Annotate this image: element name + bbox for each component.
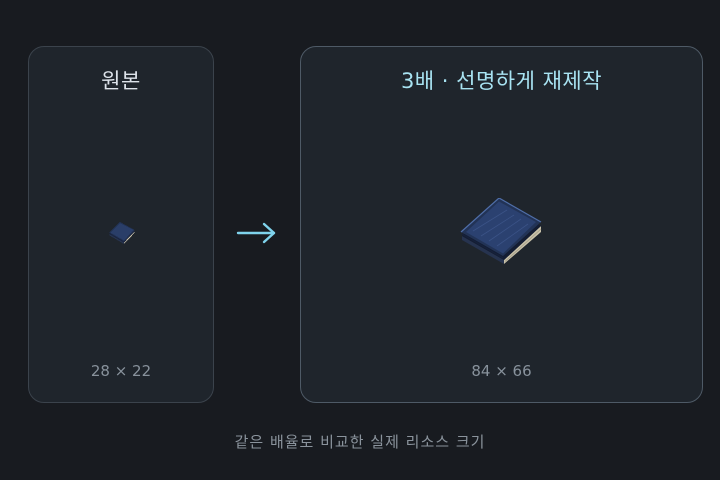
comparison-caption: 같은 배율로 비교한 실제 리소스 크기 bbox=[234, 433, 486, 451]
upscaled-dimensions: 84 × 66 bbox=[471, 362, 532, 380]
original-panel: 원본 28 × 22 bbox=[28, 46, 214, 403]
upscaled-title: 3배 · 선명하게 재제작 bbox=[400, 69, 603, 93]
book-icon bbox=[460, 198, 542, 264]
upscaled-panel: 3배 · 선명하게 재제작 84 × 66 bbox=[300, 46, 703, 403]
original-title: 원본 bbox=[101, 69, 141, 93]
arrow-right-icon bbox=[236, 222, 276, 244]
original-dimensions: 28 × 22 bbox=[90, 362, 152, 380]
book-icon bbox=[109, 222, 135, 244]
